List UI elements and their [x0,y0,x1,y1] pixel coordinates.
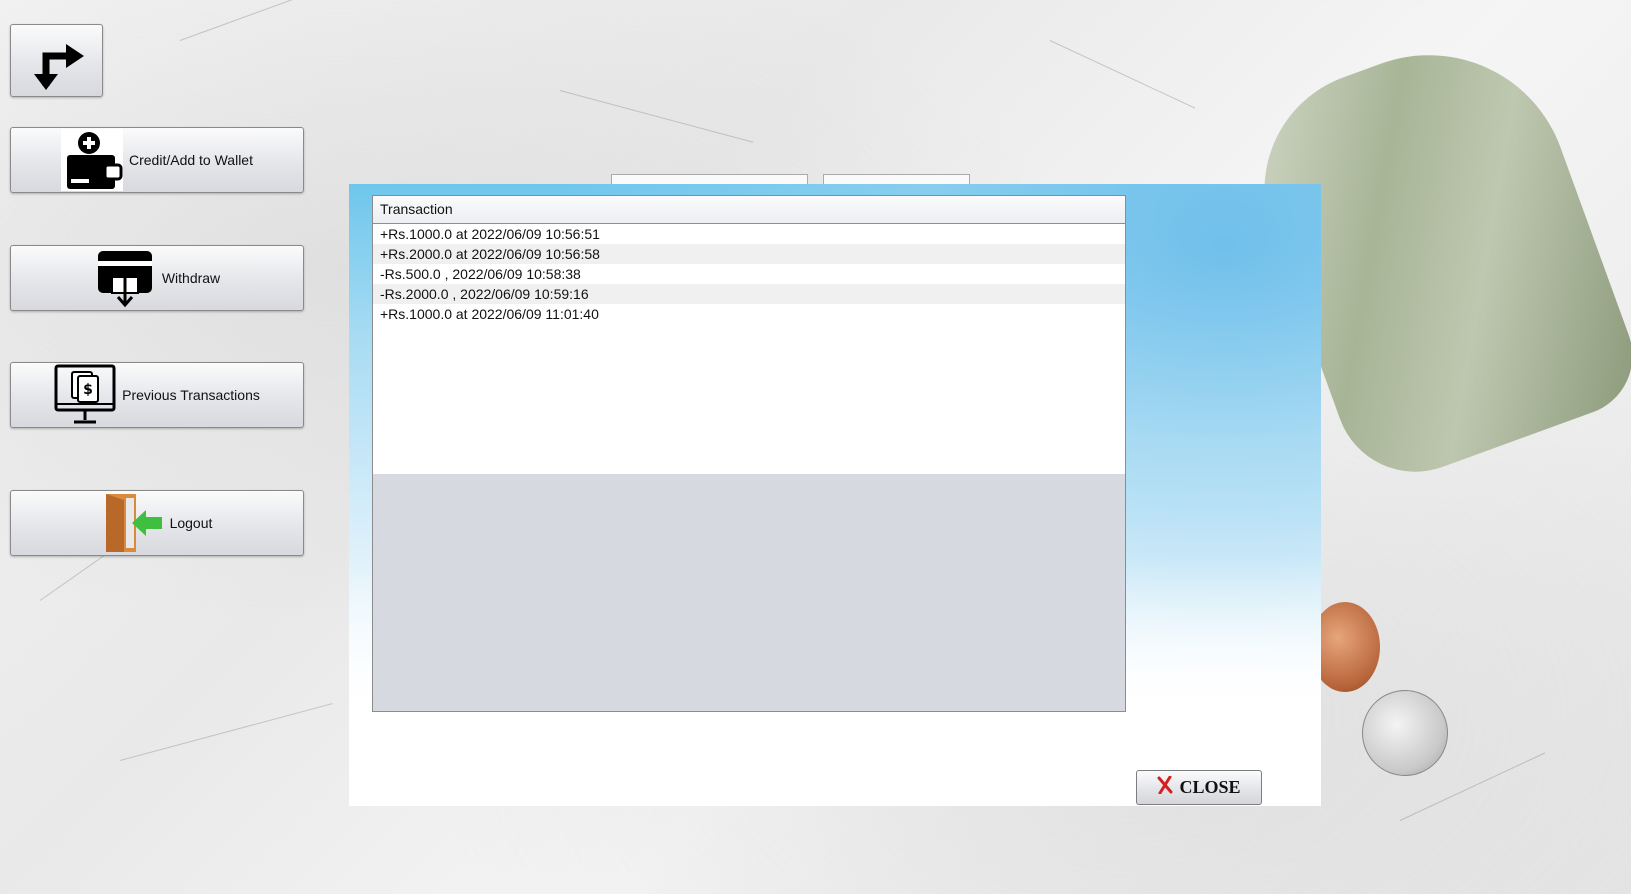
withdraw-button[interactable]: Withdraw [10,245,304,311]
logout-label: Logout [169,515,213,531]
close-button[interactable]: CLOSE [1136,770,1262,805]
svg-text:$: $ [83,382,93,398]
marble-vein [559,90,754,143]
table-row[interactable]: -Rs.2000.0 , 2022/06/09 10:59:16 [373,284,1125,304]
transaction-column-header[interactable]: Transaction [373,196,1125,224]
credit-button[interactable]: Credit/Add to Wallet [10,127,304,193]
transactions-list: +Rs.1000.0 at 2022/06/09 10:56:51 +Rs.20… [373,224,1125,474]
wallet-add-icon [61,129,123,191]
switch-button[interactable] [10,24,103,97]
dime-coin-image [1362,690,1448,776]
transactions-table: Transaction +Rs.1000.0 at 2022/06/09 10:… [372,195,1126,712]
close-icon [1157,775,1173,799]
switch-arrows-icon [26,30,88,92]
marble-vein [1049,40,1196,109]
door-exit-icon [102,492,164,554]
credit-label: Credit/Add to Wallet [129,152,253,168]
close-label: CLOSE [1179,777,1241,797]
marble-vein [179,0,312,41]
table-row[interactable]: +Rs.2000.0 at 2022/06/09 10:56:58 [373,244,1125,264]
previous-transactions-button[interactable]: $ Previous Transactions [10,362,304,428]
table-row[interactable]: +Rs.1000.0 at 2022/06/09 10:56:51 [373,224,1125,244]
table-row[interactable]: +Rs.1000.0 at 2022/06/09 11:01:40 [373,304,1125,324]
marble-vein [119,703,333,761]
card-withdraw-icon [94,247,156,309]
table-row[interactable]: -Rs.500.0 , 2022/06/09 10:58:38 [373,264,1125,284]
previous-transactions-label: Previous Transactions [122,387,260,403]
transactions-dialog: Transaction +Rs.1000.0 at 2022/06/09 10:… [349,184,1321,806]
logout-button[interactable]: Logout [10,490,304,556]
withdraw-label: Withdraw [161,270,221,286]
monitor-dollar-icon: $ [54,364,116,426]
